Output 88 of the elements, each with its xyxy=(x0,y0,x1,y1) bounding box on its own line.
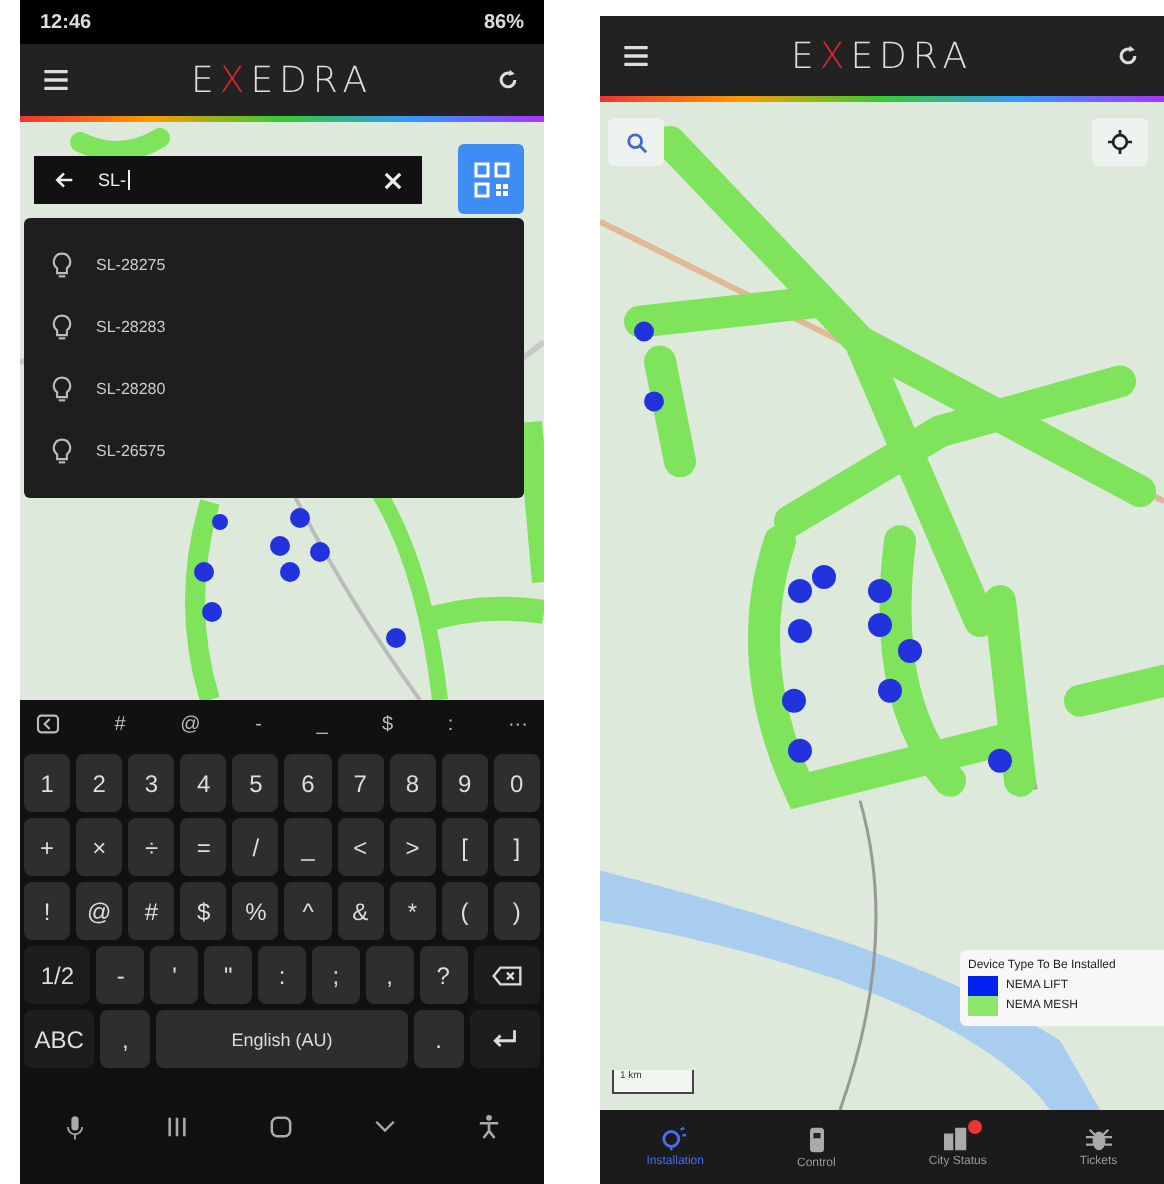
locate-button[interactable] xyxy=(1092,118,1148,166)
suggestion-symbol[interactable]: : xyxy=(447,713,454,735)
keyboard-key[interactable]: 3 xyxy=(128,754,175,812)
light-bulb-icon xyxy=(52,252,72,278)
keyboard-key[interactable]: ÷ xyxy=(128,818,175,876)
clear-icon[interactable] xyxy=(384,171,402,189)
keyboard-key[interactable]: ; xyxy=(311,946,360,1004)
keyboard-key[interactable]: # xyxy=(128,882,175,940)
keyboard-key[interactable]: - xyxy=(96,946,145,1004)
keyboard-key[interactable]: = xyxy=(180,818,227,876)
keyboard-key[interactable]: $ xyxy=(180,882,227,940)
search-field[interactable]: SL- xyxy=(34,156,422,204)
enter-key[interactable] xyxy=(469,1010,541,1068)
keyboard-key[interactable]: 4 xyxy=(180,754,227,812)
menu-icon[interactable] xyxy=(624,46,648,66)
keyboard-key[interactable]: % xyxy=(232,882,279,940)
keyboard-key[interactable]: 0 xyxy=(493,754,540,812)
keyboard-key[interactable]: [ xyxy=(441,818,488,876)
chevron-down-icon[interactable] xyxy=(373,1119,395,1133)
keyboard-key[interactable]: * xyxy=(389,882,436,940)
suggestion-item[interactable]: SL-28283 xyxy=(24,296,524,358)
light-bulb-icon xyxy=(52,376,72,402)
keyboard-key[interactable]: ' xyxy=(150,946,199,1004)
space-key[interactable]: English (AU) xyxy=(156,1010,408,1068)
bug-icon xyxy=(1085,1126,1112,1152)
suggestion-symbol[interactable]: @ xyxy=(180,713,201,735)
app-logo: E X EDRA xyxy=(790,35,974,77)
enter-arrow-icon xyxy=(490,1028,519,1050)
keyboard-key[interactable]: ] xyxy=(493,818,540,876)
qr-code-icon xyxy=(471,159,511,199)
keyboard-key[interactable]: 1 xyxy=(24,754,71,812)
keyboard-key[interactable]: ? xyxy=(419,946,468,1004)
keyboard-key[interactable]: " xyxy=(204,946,253,1004)
suggestion-symbol[interactable]: $ xyxy=(382,713,394,735)
refresh-icon[interactable] xyxy=(1115,44,1140,68)
keyboard-key[interactable]: _ xyxy=(284,818,332,876)
status-time: 12:46 xyxy=(40,11,92,33)
keyboard-key[interactable]: ^ xyxy=(284,882,332,940)
suggestion-symbol[interactable]: _ xyxy=(316,713,328,735)
search-button[interactable] xyxy=(608,118,664,166)
menu-icon[interactable] xyxy=(44,70,68,90)
home-icon[interactable] xyxy=(269,1115,291,1137)
keyboard-key[interactable]: 6 xyxy=(284,754,332,812)
keyboard-key[interactable]: > xyxy=(389,818,436,876)
keyboard-key[interactable]: 7 xyxy=(337,754,384,812)
qr-scan-button[interactable] xyxy=(458,144,524,214)
keyboard-key[interactable]: , xyxy=(100,1010,151,1068)
mode-key[interactable]: 1/2 xyxy=(24,946,91,1004)
backspace-icon xyxy=(491,965,522,985)
refresh-icon[interactable] xyxy=(495,68,520,92)
keyboard-key[interactable]: , xyxy=(365,946,414,1004)
suggestion-symbol[interactable]: - xyxy=(255,713,262,735)
search-icon xyxy=(625,131,647,153)
suggestion-item[interactable]: SL-26575 xyxy=(24,420,524,482)
keyboard-switch-icon[interactable] xyxy=(36,714,60,734)
keyboard-key[interactable]: / xyxy=(232,818,279,876)
keyboard-key[interactable]: 8 xyxy=(389,754,436,812)
battery-level: 86% xyxy=(483,11,524,33)
keyboard-key[interactable]: 2 xyxy=(76,754,123,812)
light-bulb-icon xyxy=(52,438,72,464)
recent-apps-icon[interactable] xyxy=(165,1115,187,1137)
accessibility-icon[interactable] xyxy=(477,1113,499,1139)
search-value: SL- xyxy=(98,170,131,190)
keyboard-key[interactable]: ! xyxy=(24,882,71,940)
suggestion-item[interactable]: SL-28275 xyxy=(24,234,524,296)
back-arrow-icon[interactable] xyxy=(54,170,74,190)
mode-key[interactable]: ABC xyxy=(24,1010,95,1068)
backspace-key[interactable] xyxy=(473,946,540,1004)
keyboard-key[interactable]: + xyxy=(24,818,71,876)
keyboard-key[interactable]: @ xyxy=(76,882,123,940)
remote-control-icon xyxy=(807,1125,826,1153)
light-bulb-icon xyxy=(52,314,72,340)
suggestion-symbol[interactable]: # xyxy=(114,713,126,735)
crosshair-icon xyxy=(1108,130,1132,154)
light-bulb-icon xyxy=(662,1126,689,1152)
keyboard-key[interactable]: . xyxy=(413,1010,464,1068)
keyboard-key[interactable]: ) xyxy=(493,882,540,940)
keyboard-key[interactable]: ( xyxy=(441,882,488,940)
microphone-icon[interactable] xyxy=(65,1113,83,1139)
keyboard-key[interactable]: 5 xyxy=(232,754,279,812)
keyboard-key[interactable]: : xyxy=(258,946,306,1004)
keyboard-key[interactable]: × xyxy=(76,818,123,876)
keyboard-key[interactable]: 9 xyxy=(441,754,488,812)
suggestion-item[interactable]: SL-28280 xyxy=(24,358,524,420)
suggestion-symbol[interactable]: ··· xyxy=(507,713,528,735)
keyboard-key[interactable]: < xyxy=(337,818,384,876)
keyboard-key[interactable]: & xyxy=(337,882,384,940)
app-logo: E X EDRA xyxy=(190,59,374,101)
